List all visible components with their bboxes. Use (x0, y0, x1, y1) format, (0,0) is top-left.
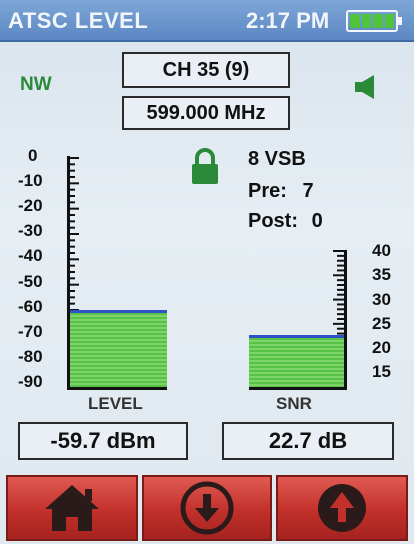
pre-label: Pre: (248, 180, 287, 202)
post-label: Post: (248, 210, 298, 232)
up-arrow-icon (318, 484, 366, 532)
snr-scale-label: 35 (372, 265, 391, 285)
page-title: ATSC LEVEL (8, 8, 149, 33)
level-scale-label: -40 (18, 246, 43, 266)
level-scale-label: -30 (18, 221, 43, 241)
screen: ATSC LEVEL 2:17 PM NW CH 35 (9) 599.000 … (0, 0, 414, 544)
snr-scale-label: 20 (372, 338, 391, 358)
snr-meter (249, 250, 347, 390)
level-scale-label: -80 (18, 346, 43, 366)
down-arrow-icon (180, 481, 234, 535)
level-readout: -59.7 dBm (18, 422, 188, 460)
snr-bar (249, 335, 344, 387)
level-scale-label: 0 (28, 146, 38, 165)
level-scale-label: -20 (18, 196, 43, 216)
snr-readout: 22.7 dB (222, 422, 394, 460)
modulation-label: 8 VSB (248, 148, 306, 170)
channel-up-button[interactable] (276, 475, 408, 541)
level-scale-label: -70 (18, 321, 43, 341)
level-bar (70, 310, 167, 387)
title-bar: ATSC LEVEL 2:17 PM (0, 0, 414, 42)
level-scale-label: -10 (18, 171, 43, 191)
home-button[interactable] (6, 475, 138, 541)
level-scale-label: -50 (18, 271, 43, 291)
pre-error-row: Pre: 7 (248, 180, 314, 203)
direction-label: NW (20, 74, 52, 95)
snr-scale-label: 40 (372, 241, 391, 260)
speaker-icon[interactable] (354, 74, 376, 100)
snr-scale-label: 25 (372, 313, 391, 333)
channel-box[interactable]: CH 35 (9) (122, 52, 290, 88)
home-icon (45, 485, 99, 531)
frequency-box: 599.000 MHz (122, 96, 290, 130)
battery-icon (346, 10, 402, 32)
level-meter (67, 156, 167, 390)
snr-scale-label: 15 (372, 362, 391, 382)
level-scale-label: -60 (18, 296, 43, 316)
channel-down-button[interactable] (142, 475, 272, 541)
pre-value: 7 (302, 180, 314, 202)
level-scale-label: -90 (18, 372, 43, 391)
post-error-row: Post: 0 (248, 210, 323, 233)
snr-meter-name: SNR (276, 394, 312, 413)
clock: 2:17 PM (246, 8, 330, 33)
snr-scale-label: 30 (372, 289, 391, 309)
post-value: 0 (311, 210, 323, 232)
lock-icon (192, 148, 218, 184)
level-meter-name: LEVEL (88, 394, 143, 413)
